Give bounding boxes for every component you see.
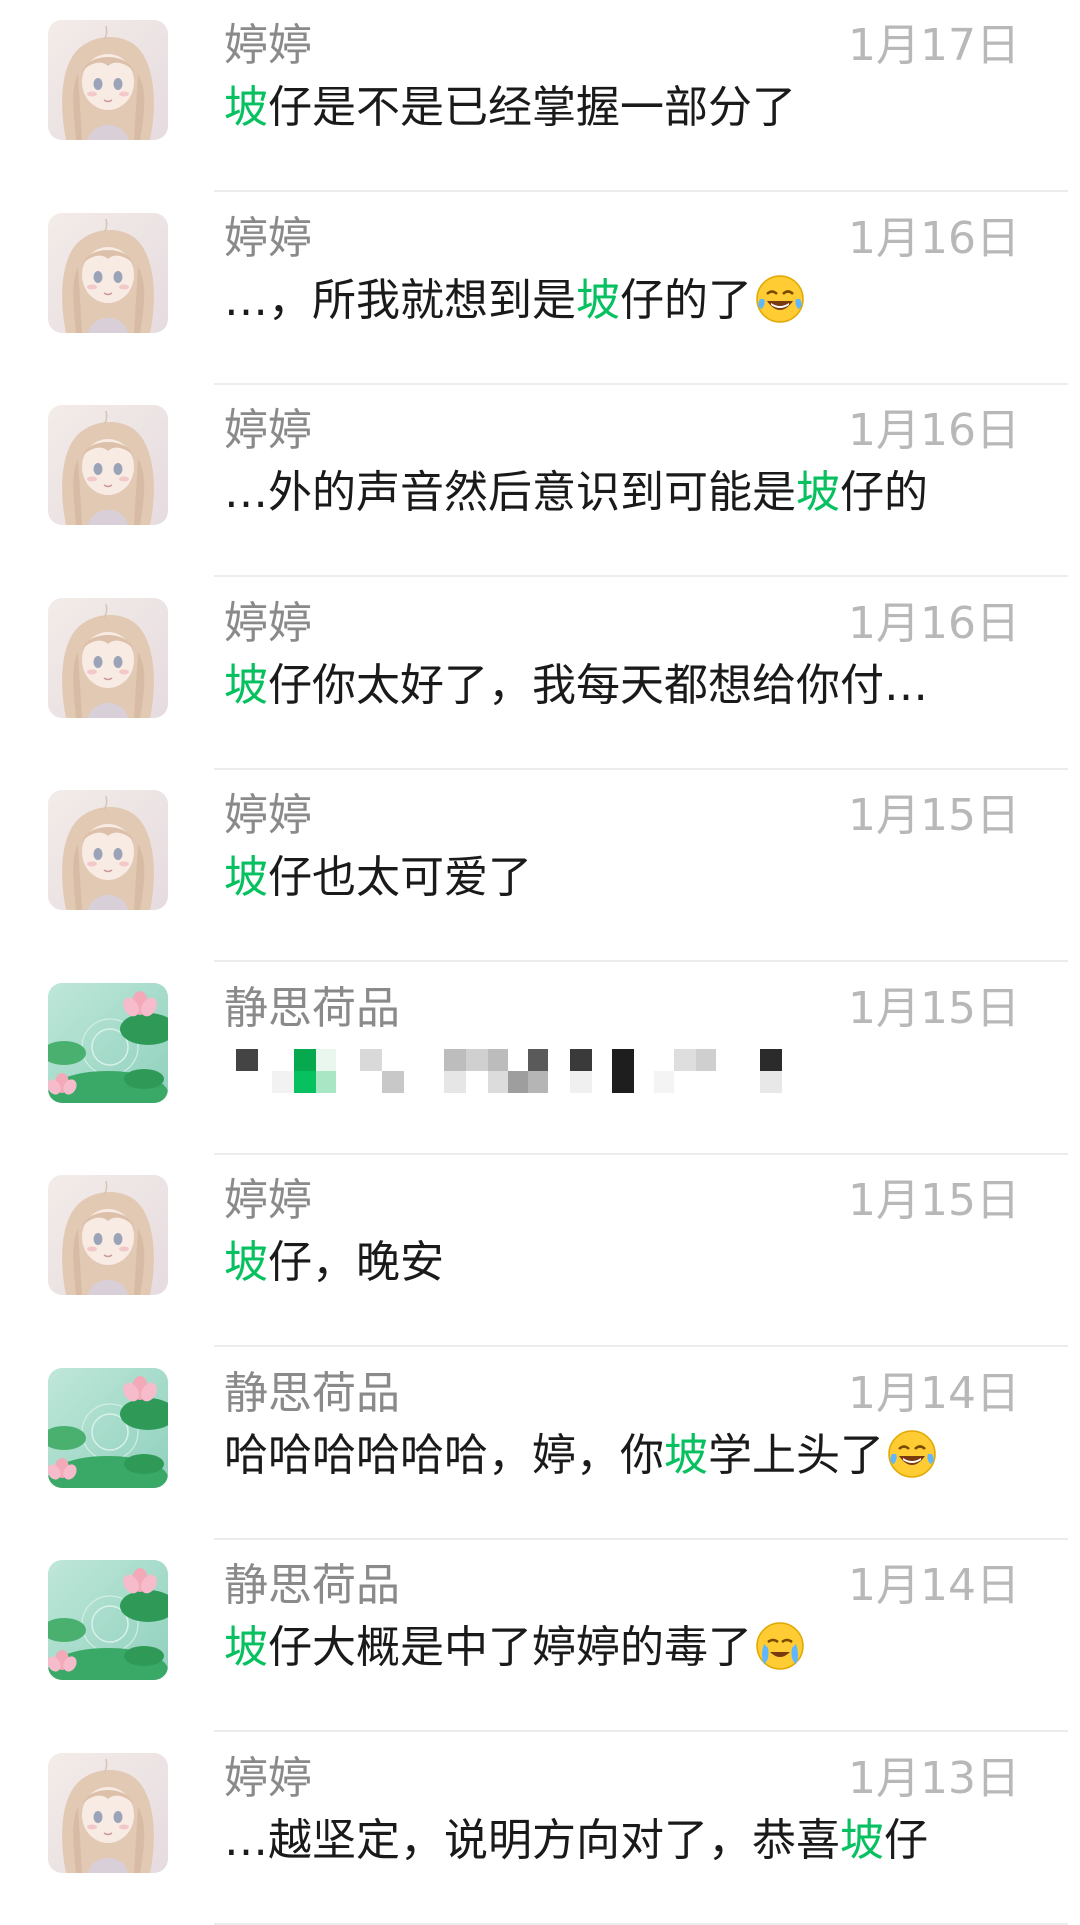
sender-name: 婷婷 (224, 405, 312, 456)
message-date: 1月14日 (848, 1560, 1020, 1611)
search-keyword-highlight: 坡 (796, 467, 840, 518)
message-date: 1月16日 (848, 598, 1020, 649)
sender-name: 静思荷品 (224, 1560, 400, 1611)
message-date: 1月14日 (848, 1368, 1020, 1419)
chat-result-row[interactable]: 静思荷品 1月15日 (0, 963, 1080, 1155)
sender-name: 婷婷 (224, 790, 312, 841)
avatar (48, 598, 168, 718)
search-keyword-highlight: 坡 (224, 1622, 268, 1673)
laugh-tears-emoji (886, 1428, 938, 1480)
sender-name: 婷婷 (224, 598, 312, 649)
chat-result-row[interactable]: 婷婷 1月17日坡仔是不是已经掌握一部分了 (0, 0, 1080, 192)
chat-result-row[interactable]: 婷婷 1月15日坡仔，晚安 (0, 1155, 1080, 1347)
avatar (48, 790, 168, 910)
avatar (48, 405, 168, 525)
search-keyword-highlight: 坡 (224, 852, 268, 903)
search-keyword-highlight: 坡 (664, 1430, 708, 1481)
message-text: …外的声音然后意识到可能是 (224, 467, 796, 518)
message-preview: …外的声音然后意识到可能是坡仔的 (224, 465, 1024, 521)
message-text: 仔是不是已经掌握一部分了 (268, 82, 796, 133)
avatar (48, 213, 168, 333)
sender-name: 婷婷 (224, 213, 312, 264)
message-date: 1月16日 (848, 405, 1020, 456)
message-preview: 坡仔大概是中了婷婷的毒了 (224, 1620, 1024, 1676)
chat-result-row[interactable]: 婷婷 1月16日 …，所我就想到是坡仔的了 (0, 193, 1080, 385)
message-text: 仔也太可爱了 (268, 852, 532, 903)
message-preview: 哈哈哈哈哈哈，婷，你坡学上头了 (224, 1428, 1024, 1484)
row-divider (214, 190, 1068, 192)
message-text: 哈哈哈哈哈哈，婷，你 (224, 1430, 664, 1481)
sender-name: 婷婷 (224, 20, 312, 71)
sender-name: 静思荷品 (224, 1368, 400, 1419)
message-text: …，所我就想到是 (224, 275, 576, 326)
message-text: 仔 (884, 1815, 928, 1866)
message-text: 仔大概是中了婷婷的毒了 (268, 1622, 752, 1673)
redacted-message-mosaic (224, 1049, 924, 1119)
laugh-tears-emoji (754, 273, 806, 325)
message-text: 仔的了 (620, 275, 752, 326)
avatar (48, 1753, 168, 1873)
message-date: 1月15日 (848, 790, 1020, 841)
message-date: 1月15日 (848, 1175, 1020, 1226)
message-preview: 坡仔你太好了，我每天都想给你付… (224, 658, 1024, 714)
message-text: 仔的 (840, 467, 928, 518)
avatar (48, 1368, 168, 1488)
avatar (48, 1560, 168, 1680)
message-date: 1月17日 (848, 20, 1020, 71)
message-preview: …，所我就想到是坡仔的了 (224, 273, 1024, 329)
message-preview: …越坚定，说明方向对了，恭喜坡仔 (224, 1813, 1024, 1869)
row-divider (214, 1345, 1068, 1347)
avatar (48, 1175, 168, 1295)
avatar (48, 983, 168, 1103)
sender-name: 婷婷 (224, 1753, 312, 1804)
message-date: 1月16日 (848, 213, 1020, 264)
chat-result-row[interactable]: 婷婷 1月16日坡仔你太好了，我每天都想给你付… (0, 578, 1080, 770)
search-keyword-highlight: 坡 (224, 82, 268, 133)
chat-result-row[interactable]: 婷婷 1月16日 …外的声音然后意识到可能是坡仔的 (0, 385, 1080, 577)
sender-name: 婷婷 (224, 1175, 312, 1226)
sender-name: 静思荷品 (224, 983, 400, 1034)
message-text: 仔，晚安 (268, 1237, 444, 1288)
message-text: 仔你太好了，我每天都想给你付… (268, 660, 928, 711)
chat-result-row[interactable]: 婷婷 1月13日 …越坚定，说明方向对了，恭喜坡仔 (0, 1733, 1080, 1925)
search-keyword-highlight: 坡 (840, 1815, 884, 1866)
search-keyword-highlight: 坡 (224, 1237, 268, 1288)
chat-result-row[interactable]: 婷婷 1月15日坡仔也太可爱了 (0, 770, 1080, 962)
message-text: …越坚定，说明方向对了，恭喜 (224, 1815, 840, 1866)
search-keyword-highlight: 坡 (576, 275, 620, 326)
avatar (48, 20, 168, 140)
message-date: 1月15日 (848, 983, 1020, 1034)
message-date: 1月13日 (848, 1753, 1020, 1804)
message-preview: 坡仔，晚安 (224, 1235, 1024, 1291)
row-divider (214, 1730, 1068, 1732)
row-divider (214, 960, 1068, 962)
message-text: 学上头了 (708, 1430, 884, 1481)
chat-result-row[interactable]: 静思荷品 1月14日坡仔大概是中了婷婷的毒了 (0, 1540, 1080, 1732)
message-preview: 坡仔是不是已经掌握一部分了 (224, 80, 1024, 136)
crying-emoji (754, 1620, 806, 1672)
row-divider (214, 575, 1068, 577)
chat-result-row[interactable]: 静思荷品 1月14日哈哈哈哈哈哈，婷，你坡学上头了 (0, 1348, 1080, 1540)
message-preview: 坡仔也太可爱了 (224, 850, 1024, 906)
search-keyword-highlight: 坡 (224, 660, 268, 711)
